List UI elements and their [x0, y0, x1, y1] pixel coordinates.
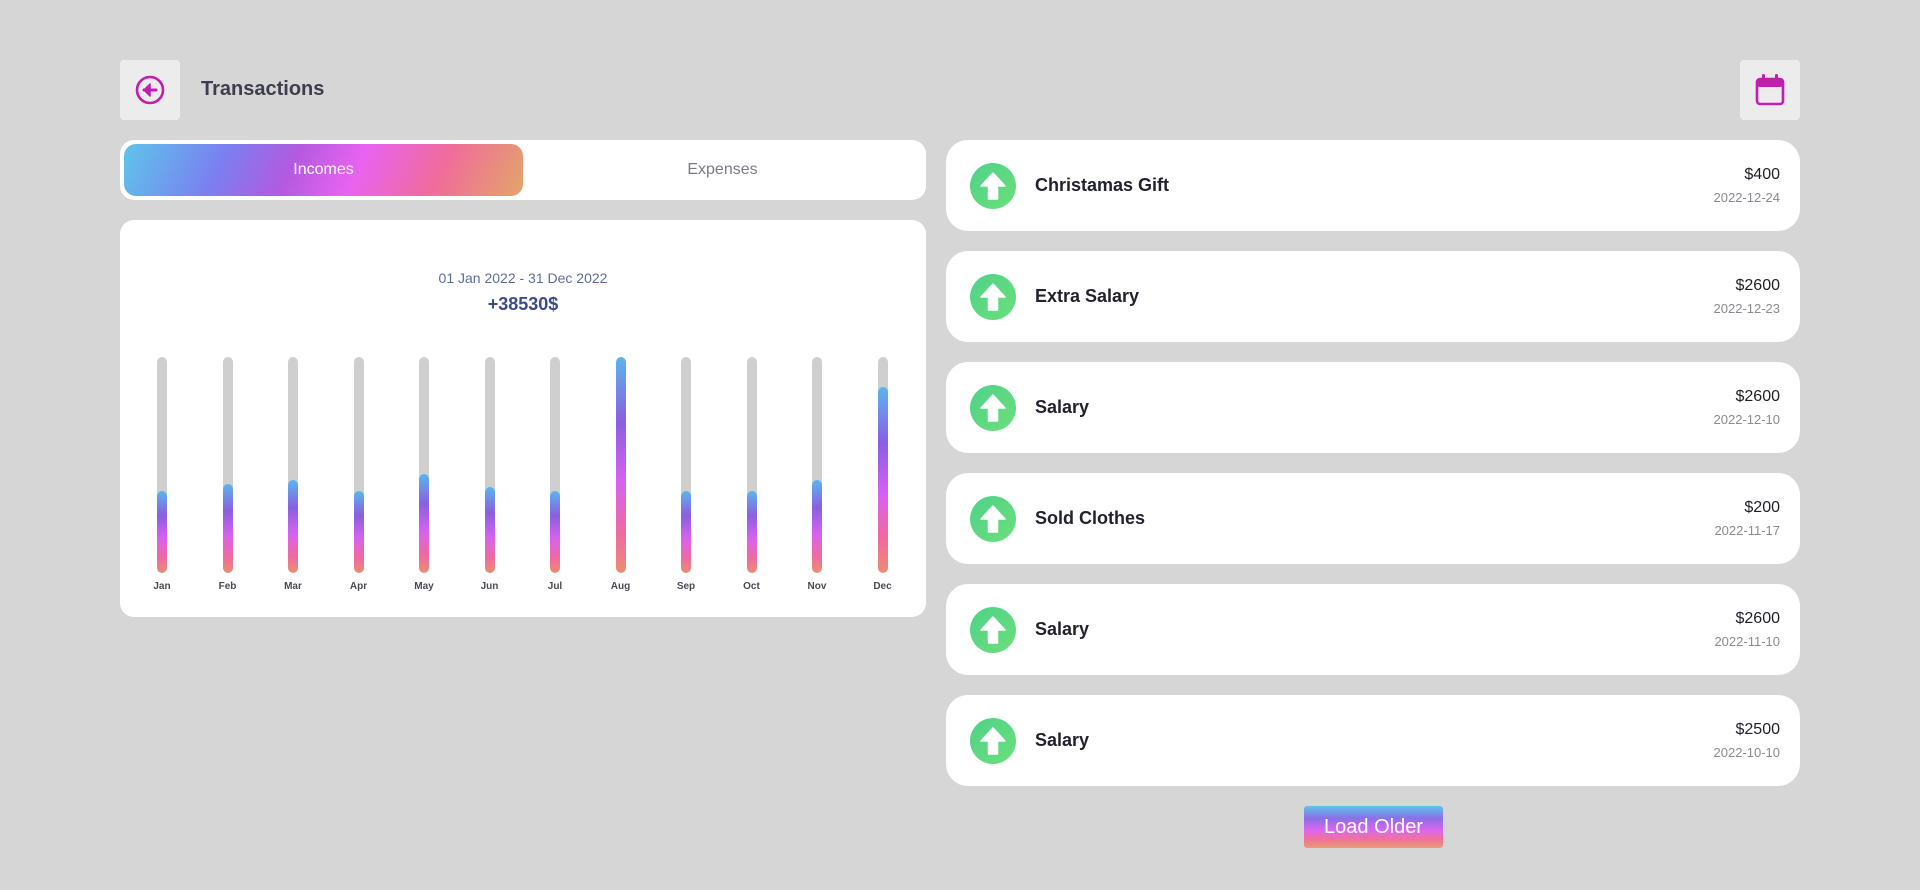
- transaction-name: Christamas Gift: [1035, 175, 1170, 195]
- bar-jan[interactable]: [157, 357, 167, 573]
- transaction-amount: $400: [1744, 166, 1780, 183]
- bar-fill-mar: [288, 480, 298, 573]
- transaction-amount: $2600: [1735, 277, 1781, 294]
- transaction-amount: $2600: [1735, 388, 1781, 405]
- bar-fill-jan: [157, 491, 167, 573]
- bar-label-jul: Jul: [547, 581, 563, 592]
- transaction-amount: $2500: [1735, 721, 1781, 738]
- bar-fill-nov: [812, 480, 822, 573]
- transaction-date: 2022-12-23: [1713, 301, 1781, 316]
- back-arrow-circle-icon: [135, 75, 165, 105]
- transaction-amount: $200: [1744, 499, 1780, 516]
- bar-label-aug: Aug: [610, 581, 631, 592]
- bar-fill-dec: [877, 387, 888, 573]
- transaction-card[interactable]: Salary $2600 2022-11-10: [946, 584, 1800, 675]
- transaction-date: 2022-11-17: [1714, 523, 1780, 538]
- transaction-date: 2022-12-10: [1713, 412, 1781, 427]
- bar-fill-apr: [353, 491, 364, 573]
- bar-jun[interactable]: [484, 357, 495, 573]
- income-badge: [970, 607, 1016, 653]
- load-older-button[interactable]: Load Older: [1304, 806, 1443, 848]
- transaction-name: Extra Salary: [1035, 286, 1140, 306]
- bar-oct[interactable]: [746, 357, 757, 573]
- transaction-name: Salary: [1035, 397, 1090, 417]
- transaction-date: 2022-11-10: [1714, 634, 1780, 649]
- bar-fill-aug: [615, 357, 626, 573]
- bar-label-oct: Oct: [743, 581, 760, 592]
- bar-nov[interactable]: [812, 357, 822, 573]
- bar-mar[interactable]: [288, 357, 298, 573]
- arrow-up-icon: [980, 616, 1006, 644]
- bar-label-jun: Jun: [480, 581, 499, 592]
- calendar-icon: [1755, 74, 1785, 106]
- bar-fill-jul: [550, 491, 560, 573]
- arrow-up-icon: [980, 172, 1006, 200]
- monthly-bar-chart: Jan Feb Mar Apr May Jun Jul Aug Sep Oct Nov Dec: [120, 220, 926, 617]
- transaction-name: Salary: [1035, 730, 1090, 750]
- chart-card: 01 Jan 2022 - 31 Dec 2022 +38530$ Jan Feb…: [120, 220, 926, 617]
- transaction-card[interactable]: Christamas Gift $400 2022-12-24: [946, 140, 1800, 231]
- bar-apr[interactable]: [353, 357, 364, 573]
- arrow-up-icon: [980, 505, 1006, 533]
- calendar-button[interactable]: [1740, 60, 1800, 120]
- income-badge: [970, 718, 1016, 764]
- bar-fill-may: [419, 474, 429, 573]
- page-header: Transactions: [120, 60, 1800, 120]
- back-button[interactable]: [120, 60, 180, 120]
- transaction-amount: $2600: [1735, 610, 1781, 627]
- transaction-date: 2022-12-24: [1713, 190, 1781, 205]
- bar-label-mar: Mar: [284, 581, 302, 592]
- bar-dec[interactable]: [877, 357, 888, 573]
- tab-incomes[interactable]: Incomes: [124, 144, 523, 196]
- bar-may[interactable]: [419, 357, 429, 573]
- transaction-date: 2022-10-10: [1713, 745, 1781, 760]
- page-title: Transactions: [201, 78, 325, 100]
- income-badge: [970, 274, 1016, 320]
- bar-fill-oct: [746, 491, 757, 573]
- arrow-up-icon: [980, 727, 1006, 755]
- bar-aug[interactable]: [615, 357, 626, 573]
- transaction-card[interactable]: Sold Clothes $200 2022-11-17: [946, 473, 1800, 564]
- transaction-card[interactable]: Salary $2500 2022-10-10: [946, 695, 1800, 786]
- income-expense-tabs: Incomes Expenses: [120, 140, 926, 200]
- bar-label-jan: Jan: [153, 581, 171, 592]
- income-badge: [970, 385, 1016, 431]
- transaction-card[interactable]: Salary $2600 2022-12-10: [946, 362, 1800, 453]
- bar-label-apr: Apr: [349, 581, 368, 592]
- bar-sep[interactable]: [681, 357, 691, 573]
- arrow-up-icon: [980, 394, 1006, 422]
- bar-jul[interactable]: [550, 357, 560, 573]
- income-badge: [970, 163, 1016, 209]
- bar-label-feb: Feb: [218, 581, 237, 592]
- transaction-card[interactable]: Extra Salary $2600 2022-12-23: [946, 251, 1800, 342]
- bar-label-dec: Dec: [873, 581, 892, 592]
- transaction-name: Sold Clothes: [1035, 508, 1146, 528]
- bar-fill-sep: [681, 491, 691, 573]
- bar-label-sep: Sep: [676, 581, 696, 592]
- bar-fill-feb: [222, 484, 233, 573]
- transaction-name: Salary: [1035, 619, 1090, 639]
- income-badge: [970, 496, 1016, 542]
- arrow-up-icon: [980, 283, 1006, 311]
- bar-feb[interactable]: [222, 357, 233, 573]
- bar-label-nov: Nov: [807, 581, 827, 592]
- bar-label-may: May: [414, 581, 434, 592]
- bar-fill-jun: [484, 487, 495, 573]
- tab-expenses[interactable]: Expenses: [523, 144, 922, 196]
